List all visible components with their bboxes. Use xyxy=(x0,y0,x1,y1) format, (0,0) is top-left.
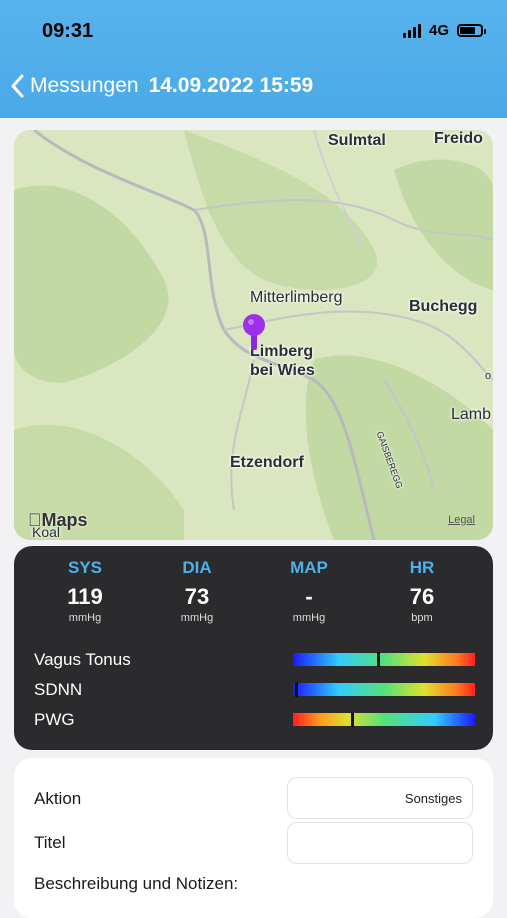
action-select[interactable]: Sonstiges xyxy=(287,777,473,819)
vagus-tonus-bar xyxy=(293,652,475,667)
metric-unit: mmHg xyxy=(68,612,102,624)
metric-dia: DIA 73 mmHg xyxy=(147,558,247,624)
vagus-tonus-marker xyxy=(376,652,380,667)
place-etzendorf: Etzendorf xyxy=(230,454,304,471)
back-button[interactable]: Messungen xyxy=(10,74,139,98)
metric-label: DIA xyxy=(182,558,212,577)
details-form: Aktion Sonstiges Titel Beschreibung und … xyxy=(14,758,493,918)
metric-unit: bpm xyxy=(411,612,433,624)
metrics-panel: SYS 119 mmHg DIA 73 mmHg MAP - mmHg HR 7… xyxy=(14,546,493,750)
metric-hr: HR 76 bpm xyxy=(372,558,472,624)
metric-value: 73 xyxy=(184,584,210,609)
sdnn-label: SDNN xyxy=(34,680,83,699)
metric-sys: SYS 119 mmHg xyxy=(35,558,135,624)
description-label: Beschreibung und Notizen: xyxy=(34,874,239,893)
chevron-left-icon xyxy=(11,74,24,98)
nav-bar: Messungen 14.09.2022 15:59 xyxy=(10,74,313,98)
network-type: 4G xyxy=(428,22,449,39)
metric-unit: mmHg xyxy=(292,612,326,624)
back-label: Messungen xyxy=(30,74,139,97)
metric-value: 76 xyxy=(409,584,435,609)
place-sulmtal: Sulmtal xyxy=(328,132,386,149)
title-label: Titel xyxy=(34,833,66,852)
metric-unit: mmHg xyxy=(180,612,214,624)
metric-label: SYS xyxy=(67,558,103,577)
pwg-bar xyxy=(293,712,475,727)
metric-label: MAP xyxy=(290,558,328,577)
place-limberg-line2: bei Wies xyxy=(250,362,315,379)
place-edge-o: o xyxy=(485,370,492,382)
title-input[interactable] xyxy=(287,822,473,864)
status-time: 09:31 xyxy=(42,20,94,42)
metric-label: HR xyxy=(409,558,435,577)
place-lamb: Lamb xyxy=(451,406,492,423)
page-title: 14.09.2022 15:59 xyxy=(148,74,314,97)
apple-maps-logo: Maps xyxy=(28,510,88,531)
location-pin-icon[interactable] xyxy=(243,314,265,354)
metric-value: - xyxy=(305,584,313,609)
maps-brand: Maps xyxy=(28,510,88,530)
vagus-tonus-label: Vagus Tonus xyxy=(34,650,131,669)
sdnn-bar xyxy=(293,682,475,697)
place-mitterlimberg: Mitterlimberg xyxy=(250,289,343,306)
map-view[interactable]: Sulmtal Freido Mitterlimberg Buchegg Lim… xyxy=(14,130,493,540)
signal-icon xyxy=(402,23,421,38)
battery-icon xyxy=(457,24,486,37)
status-indicators: 4G xyxy=(402,22,486,39)
place-freidorf: Freido xyxy=(434,130,483,147)
sdnn-marker xyxy=(294,682,298,697)
pwg-label: PWG xyxy=(34,710,75,729)
metric-value: 119 xyxy=(67,584,103,609)
place-buchegg: Buchegg xyxy=(409,298,478,315)
apple-logo-icon:  xyxy=(28,510,42,530)
legal-link[interactable]: Legal xyxy=(448,514,475,526)
metric-map: MAP - mmHg xyxy=(259,558,359,624)
pwg-marker xyxy=(351,712,355,727)
action-label: Aktion xyxy=(34,789,82,808)
header: 09:31 4G Messungen 14.09.2022 15:59 xyxy=(0,0,507,118)
